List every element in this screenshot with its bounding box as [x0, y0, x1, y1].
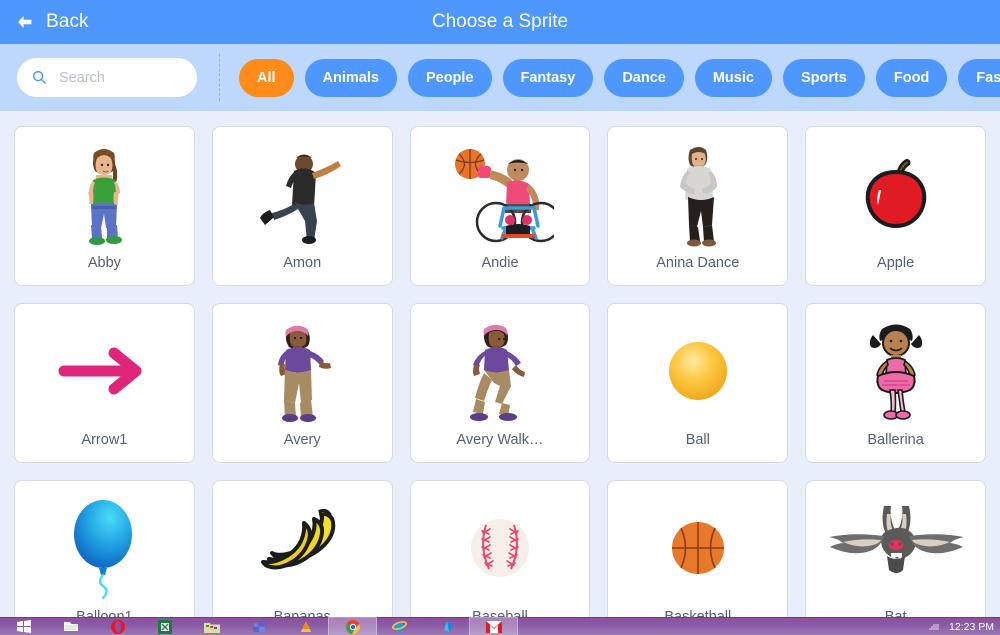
- taskbar-teams[interactable]: [235, 618, 282, 635]
- sprite-avery-walking: [411, 304, 590, 432]
- modal-header: Back Choose a Sprite: [0, 0, 1000, 44]
- tag-label: People: [425, 69, 474, 86]
- taskbar-gmail[interactable]: [469, 616, 518, 635]
- arrow-left-icon: [18, 16, 32, 28]
- sprite-card-label: Avery: [283, 432, 321, 448]
- sprite-card-baseball[interactable]: Baseball: [409, 480, 591, 635]
- show-desktop-icon[interactable]: [928, 622, 942, 632]
- tag-label: Sports: [800, 69, 847, 86]
- taskbar-items: [0, 616, 518, 635]
- sprite-bat: [806, 481, 985, 609]
- file-explorer-icon: [63, 622, 78, 631]
- sprite-basketball: [608, 481, 787, 609]
- tag-fantasy[interactable]: Fantasy: [502, 58, 594, 97]
- sprite-card-label: Anina Dance: [656, 255, 740, 271]
- taskbar-folder[interactable]: [188, 618, 235, 635]
- sprite-baseball: [411, 481, 590, 609]
- search-box[interactable]: [17, 58, 197, 97]
- sprite-card-ballerina[interactable]: Ballerina: [805, 303, 986, 463]
- tag-sports[interactable]: Sports: [782, 58, 865, 97]
- internet-explorer-icon: [392, 621, 407, 632]
- sprite-anina-dance: [608, 127, 787, 255]
- search-icon: [32, 70, 46, 84]
- sprite-card-label: Apple: [877, 255, 915, 271]
- tag-food[interactable]: Food: [875, 58, 948, 97]
- sprite-grid: Abby Amon Andie Anina Dance Apple Arrow1…: [14, 126, 986, 635]
- choose-a-sprite-screen: Back Choose a Sprite All Animals People …: [0, 0, 1000, 635]
- tag-label: Fashion: [976, 69, 1000, 86]
- sprite-abby: [15, 127, 194, 255]
- excel-icon: [157, 619, 172, 634]
- taskbar-excel[interactable]: [141, 618, 188, 635]
- sprite-andie: [411, 127, 590, 255]
- windows-start-icon: [16, 620, 31, 633]
- system-tray: 12:23 PM: [928, 618, 1000, 635]
- windows-taskbar: 12:23 PM: [0, 616, 1000, 635]
- sprite-amon: [213, 127, 392, 255]
- filter-bar: All Animals People Fantasy Dance Music S…: [0, 44, 1000, 111]
- sprite-grid-scroll[interactable]: Abby Amon Andie Anina Dance Apple Arrow1…: [0, 111, 1000, 635]
- search-input[interactable]: [59, 69, 187, 86]
- sprite-card-label: Ball: [685, 432, 710, 448]
- taskbar-internet-explorer[interactable]: [376, 618, 423, 635]
- windows-start-button[interactable]: [0, 618, 47, 635]
- sprite-card-amon[interactable]: Amon: [211, 126, 393, 286]
- taskbar-vlc[interactable]: [282, 618, 329, 635]
- taskbar-clock[interactable]: 12:23 PM: [949, 621, 994, 633]
- sprite-card-balloon1[interactable]: Balloon1: [14, 480, 195, 635]
- taskbar-azure-data-studio[interactable]: [423, 618, 470, 635]
- azure-data-studio-icon: [443, 621, 453, 632]
- sprite-bananas: [213, 481, 392, 609]
- sprite-card-avery-walking[interactable]: Avery Walk…: [409, 303, 591, 463]
- gmail-icon: [485, 620, 502, 633]
- back-button-label: Back: [46, 11, 89, 32]
- opera-browser-icon: [110, 619, 125, 634]
- tag-people[interactable]: People: [407, 58, 492, 97]
- sprite-card-abby[interactable]: Abby: [14, 126, 195, 286]
- tag-fashion[interactable]: Fashion: [958, 58, 1000, 97]
- tag-label: Fantasy: [520, 69, 576, 86]
- sprite-card-label: Amon: [283, 255, 322, 271]
- taskbar-chrome[interactable]: [328, 616, 377, 635]
- sprite-card-label: Arrow1: [81, 432, 128, 448]
- sprite-card-anina-dance[interactable]: Anina Dance: [607, 126, 789, 286]
- sprite-ballerina: [806, 304, 985, 432]
- sprite-card-basketball[interactable]: Basketball: [607, 480, 789, 635]
- tag-label: All: [257, 69, 276, 86]
- sprite-card-avery[interactable]: Avery: [211, 303, 393, 463]
- sprite-card-label: Avery Walk…: [456, 432, 544, 448]
- sprite-arrow1: [15, 304, 194, 432]
- tag-list: All Animals People Fantasy Dance Music S…: [239, 58, 1000, 97]
- sprite-ball: [608, 304, 787, 432]
- tag-label: Animals: [322, 69, 379, 86]
- sprite-card-apple[interactable]: Apple: [805, 126, 986, 286]
- tag-label: Dance: [622, 69, 666, 86]
- sprite-card-arrow1[interactable]: Arrow1: [14, 303, 195, 463]
- back-button[interactable]: Back: [14, 11, 89, 33]
- sprite-card-label: Andie: [481, 255, 519, 271]
- sprite-balloon1: [15, 481, 194, 609]
- tag-animals[interactable]: Animals: [304, 58, 397, 97]
- sprite-apple: [806, 127, 985, 255]
- sprite-avery: [213, 304, 392, 432]
- tag-all[interactable]: All: [239, 58, 294, 97]
- taskbar-opera[interactable]: [94, 618, 141, 635]
- tag-label: Music: [712, 69, 754, 86]
- vlc-media-player-icon: [300, 621, 311, 632]
- page-title: Choose a Sprite: [431, 11, 569, 32]
- teams-icon: [253, 621, 265, 632]
- sprite-card-bananas[interactable]: Bananas: [211, 480, 393, 635]
- tag-music[interactable]: Music: [694, 58, 772, 97]
- sprite-card-andie[interactable]: Andie: [409, 126, 591, 286]
- filter-divider: [219, 54, 220, 101]
- sprite-card-label: Abby: [87, 255, 121, 271]
- sprite-card-ball[interactable]: Ball: [607, 303, 789, 463]
- chrome-browser-icon: [345, 619, 360, 634]
- folder-icon: [203, 622, 220, 633]
- sprite-card-bat[interactable]: Bat: [805, 480, 986, 635]
- tag-label: Food: [893, 69, 930, 86]
- sprite-card-label: Ballerina: [867, 432, 924, 448]
- taskbar-file-explorer[interactable]: [47, 618, 94, 635]
- tag-dance[interactable]: Dance: [604, 58, 684, 97]
